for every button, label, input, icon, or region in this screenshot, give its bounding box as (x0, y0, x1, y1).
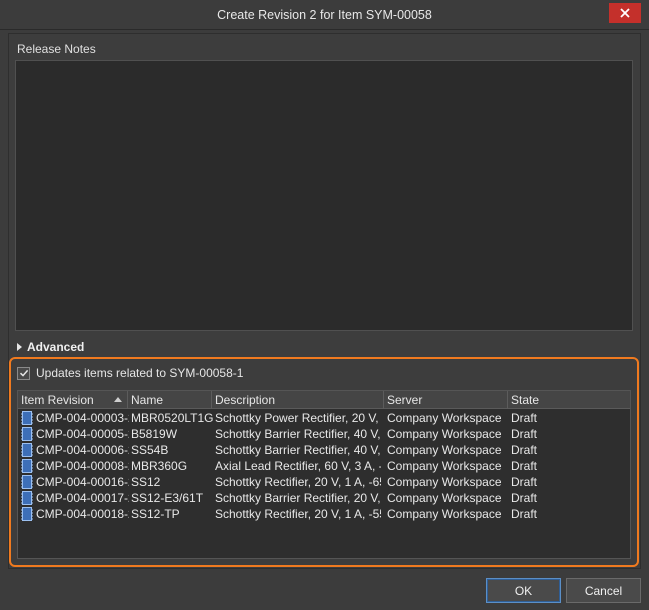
grid-header: Item Revision Name Description Server St… (18, 391, 630, 409)
revision-cell: CMP-004-00016-2 (21, 474, 129, 490)
state-cell: Draft (511, 411, 538, 425)
release-notes-label: Release Notes (17, 42, 96, 56)
name-cell: MBR0520LT1G (131, 411, 213, 425)
revision-cell: CMP-004-00008-2 (21, 458, 129, 474)
state-cell: Draft (511, 507, 538, 521)
revision-text: CMP-004-00018-2 (36, 507, 129, 521)
state-cell: Draft (511, 475, 538, 489)
revision-text: CMP-004-00016-2 (36, 475, 129, 489)
table-row[interactable]: CMP-004-00006-2 SS54B Schottky Barrier Rec… (18, 442, 630, 458)
server-cell: Company Workspace (387, 427, 502, 441)
name-cell: SS54B (131, 443, 169, 457)
revision-cell: CMP-004-00018-2 (21, 506, 129, 522)
sort-ascending-icon (114, 397, 122, 402)
window-title: Create Revision 2 for Item SYM-00058 (217, 8, 432, 22)
name-cell: SS12 (131, 475, 161, 489)
component-revision-icon (21, 507, 33, 521)
server-cell: Company Workspace (387, 507, 502, 521)
column-header-description[interactable]: Description (212, 391, 384, 409)
revision-cell: CMP-004-00017-2 (21, 490, 129, 506)
update-related-label: Updates items related to SYM-00058-1 (36, 366, 244, 380)
component-revision-icon (21, 459, 33, 473)
release-notes-input[interactable] (15, 60, 633, 331)
advanced-toggle[interactable]: Advanced (17, 340, 84, 354)
table-row[interactable]: CMP-004-00003-2 MBR0520LT1G Schottky Power… (18, 410, 630, 426)
component-revision-icon (21, 411, 33, 425)
ok-button[interactable]: OK (486, 578, 561, 603)
description-cell: Schottky Barrier Rectifier, 40 V, 5 (215, 443, 381, 457)
revision-text: CMP-004-00005-2 (36, 427, 129, 441)
column-header-state[interactable]: State (508, 391, 630, 409)
state-cell: Draft (511, 491, 538, 505)
revision-cell: CMP-004-00005-2 (21, 426, 129, 442)
checkbox-box[interactable] (17, 366, 30, 380)
revision-cell: CMP-004-00006-2 (21, 442, 129, 458)
description-cell: Schottky Rectifier, 20 V, 1 A, -55 t (215, 507, 381, 521)
update-related-checkbox[interactable]: Updates items related to SYM-00058-1 (17, 366, 243, 380)
description-cell: Schottky Power Rectifier, 20 V, 5.9 (215, 411, 381, 425)
component-revision-icon (21, 475, 33, 489)
cancel-button[interactable]: Cancel (566, 578, 641, 603)
revision-text: CMP-004-00003-2 (36, 411, 129, 425)
table-row[interactable]: CMP-004-00018-2 SS12-TP Schottky Rectifier… (18, 506, 630, 522)
table-row[interactable]: CMP-004-00017-2 SS12-E3/61T Schottky Barri… (18, 490, 630, 506)
table-row[interactable]: CMP-004-00016-2 SS12 Schottky Rectifier, 2… (18, 474, 630, 490)
state-cell: Draft (511, 427, 538, 441)
server-cell: Company Workspace (387, 459, 502, 473)
close-button[interactable] (609, 3, 641, 23)
table-row[interactable]: CMP-004-00005-2 B5819W Schottky Barrier Re… (18, 426, 630, 442)
description-cell: Schottky Barrier Rectifier, 40 V, 1 (215, 427, 381, 441)
column-header-name[interactable]: Name (128, 391, 212, 409)
server-cell: Company Workspace (387, 491, 502, 505)
advanced-label: Advanced (27, 340, 85, 354)
server-cell: Company Workspace (387, 475, 502, 489)
name-cell: SS12-TP (131, 507, 180, 521)
checkmark-icon (19, 369, 28, 377)
component-revision-icon (21, 443, 33, 457)
revision-text: CMP-004-00006-2 (36, 443, 129, 457)
name-cell: SS12-E3/61T (131, 491, 204, 505)
close-icon (620, 8, 630, 18)
column-header-item-revision[interactable]: Item Revision (18, 391, 128, 409)
state-cell: Draft (511, 443, 538, 457)
table-row[interactable]: CMP-004-00008-2 MBR360G Axial Lead Rectifi… (18, 458, 630, 474)
description-cell: Schottky Rectifier, 20 V, 1 A, -65 t (215, 475, 381, 489)
description-cell: Axial Lead Rectifier, 60 V, 3 A, -65 (215, 459, 381, 473)
column-header-server[interactable]: Server (384, 391, 508, 409)
expand-arrow-icon (17, 343, 22, 351)
column-label: Item Revision (21, 393, 94, 407)
component-revision-icon (21, 427, 33, 441)
server-cell: Company Workspace (387, 411, 502, 425)
description-cell: Schottky Barrier Rectifier, 20 V, 1 (215, 491, 381, 505)
revision-text: CMP-004-00008-2 (36, 459, 129, 473)
revision-cell: CMP-004-00003-2 (21, 410, 129, 426)
state-cell: Draft (511, 459, 538, 473)
title-bar: Create Revision 2 for Item SYM-00058 (0, 0, 649, 30)
grid-rows: CMP-004-00003-2 MBR0520LT1G Schottky Power… (18, 410, 630, 522)
name-cell: B5819W (131, 427, 178, 441)
server-cell: Company Workspace (387, 443, 502, 457)
related-items-grid: Item Revision Name Description Server St… (17, 390, 631, 559)
name-cell: MBR360G (131, 459, 188, 473)
revision-text: CMP-004-00017-2 (36, 491, 129, 505)
component-revision-icon (21, 491, 33, 505)
